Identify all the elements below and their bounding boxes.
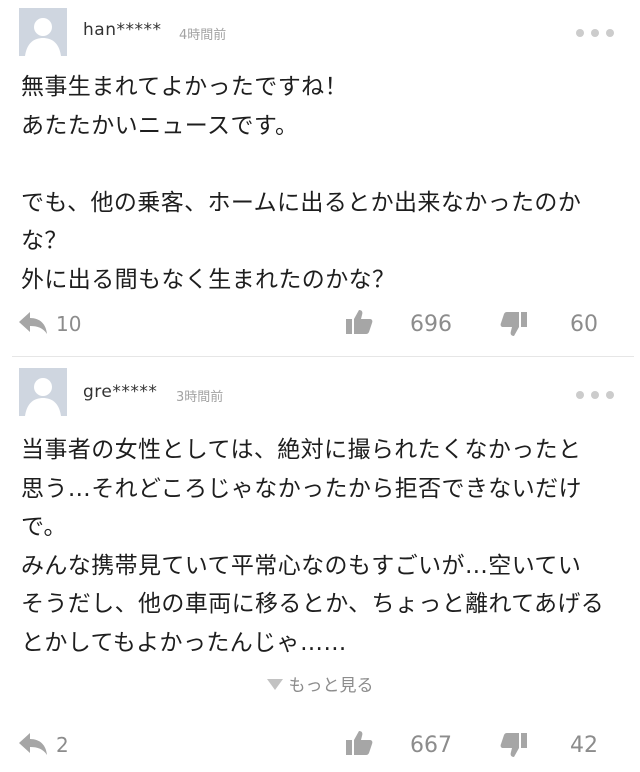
comment-item: gre***** 3時間前 当事者の女性としては、絶対に撮られたくなかったと 思… <box>0 357 640 772</box>
like-count: 696 <box>410 312 452 337</box>
timestamp: 3時間前 <box>176 390 224 405</box>
thumbs-up-icon[interactable] <box>345 308 373 336</box>
comment-body: 当事者の女性としては、絶対に撮られたくなかったと 思う…それどころじゃなかったか… <box>21 437 605 656</box>
triangle-down-icon <box>266 679 283 690</box>
reply-count: 10 <box>56 312 82 336</box>
avatar-default-icon <box>19 368 67 416</box>
thumbs-up-icon[interactable] <box>345 729 373 757</box>
comment-item: han***** 4時間前 無事生まれてよかったですね！ あたたかいニュースです… <box>0 0 640 357</box>
timestamp: 4時間前 <box>179 28 227 43</box>
thumbs-down-icon[interactable] <box>500 731 528 759</box>
avatar[interactable] <box>19 8 67 56</box>
avatar-default-icon <box>19 8 67 56</box>
comment-body: 無事生まれてよかったですね！ あたたかいニュースです。 でも、他の乗客、ホームに… <box>21 74 582 293</box>
avatar[interactable] <box>19 368 67 416</box>
show-more-label: もっと見る <box>288 676 374 696</box>
dislike-count: 42 <box>570 733 598 758</box>
reply-arrow-icon[interactable] <box>18 731 48 757</box>
thumbs-down-icon[interactable] <box>500 310 528 338</box>
show-more-link[interactable]: もっと見る <box>0 671 640 696</box>
more-options-icon[interactable] <box>576 391 614 399</box>
comment-actions: 10 696 60 <box>0 304 640 344</box>
username[interactable]: gre***** <box>83 382 157 402</box>
dislike-count: 60 <box>570 312 598 337</box>
reply-count: 2 <box>56 733 69 757</box>
username[interactable]: han***** <box>83 20 161 40</box>
more-options-icon[interactable] <box>576 29 614 37</box>
reply-arrow-icon[interactable] <box>18 310 48 336</box>
comment-actions: 2 667 42 <box>0 725 640 765</box>
like-count: 667 <box>410 733 452 758</box>
